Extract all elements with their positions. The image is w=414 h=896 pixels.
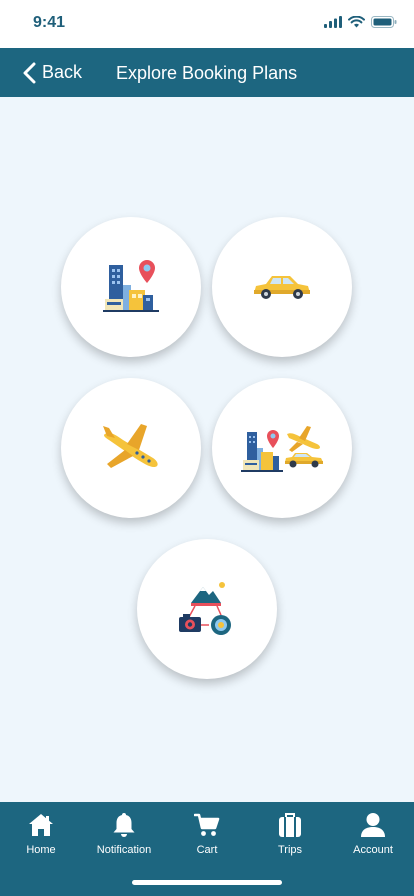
sightseeing-icon: [179, 582, 231, 635]
home-icon: [29, 814, 53, 836]
hotel-plan-button[interactable]: [61, 217, 201, 357]
hotel-icon: [103, 260, 159, 312]
page-title: Explore Booking Plans: [116, 63, 298, 83]
tab-cart-label: Cart: [196, 844, 218, 856]
sightseeing-plan-button[interactable]: [137, 539, 277, 679]
back-label: Back: [42, 62, 83, 82]
taxi-icon: [254, 276, 310, 299]
tab-account[interactable]: Account: [332, 802, 414, 872]
suitcase-icon: [279, 813, 301, 837]
tab-account-label: Account: [353, 844, 393, 856]
tab-trips[interactable]: Trips: [249, 802, 331, 872]
tab-home-label: Home: [26, 844, 56, 856]
tab-notification-label: Notification: [96, 844, 152, 856]
flight-icon: [103, 424, 158, 468]
user-icon: [361, 813, 385, 837]
battery-icon: [371, 16, 397, 28]
bell-icon: [113, 813, 135, 837]
taxi-plan-button[interactable]: [212, 217, 352, 357]
tab-trips-label: Trips: [277, 844, 303, 856]
status-time: 9:41: [33, 14, 66, 31]
status-bar: 9:41: [0, 0, 414, 48]
hotel-flight-taxi-icon: [241, 426, 323, 472]
status-icons: [324, 16, 397, 28]
tab-home[interactable]: Home: [0, 802, 82, 872]
home-indicator: [132, 880, 282, 885]
back-button[interactable]: Back: [22, 48, 82, 97]
tab-notification[interactable]: Notification: [83, 802, 165, 872]
cart-icon: [194, 813, 220, 836]
combo-plan-button[interactable]: [212, 378, 352, 518]
nav-bar: Back Explore Booking Plans: [0, 48, 414, 97]
signal-icon: [324, 16, 342, 28]
wifi-icon: [348, 16, 365, 28]
chevron-left-icon: [23, 62, 36, 83]
flight-plan-button[interactable]: [61, 378, 201, 518]
tab-cart[interactable]: Cart: [166, 802, 248, 872]
